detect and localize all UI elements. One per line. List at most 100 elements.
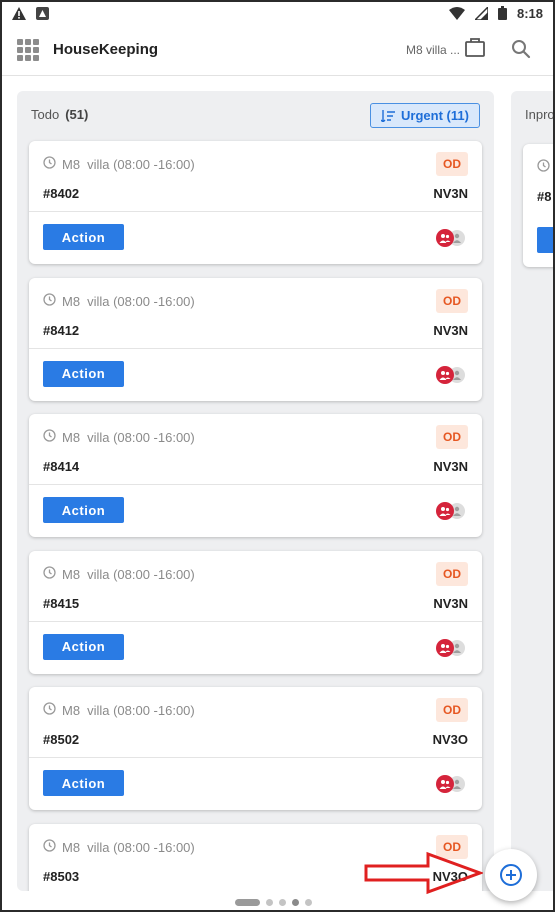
battery-icon [497,6,507,20]
room-number: #8412 [43,322,80,338]
assignees[interactable] [436,502,468,521]
column-count: (51) [65,107,89,122]
room-number: #8402 [43,186,80,201]
shift-time: villa (08:00 -16:00) [87,293,195,309]
add-circle-icon [500,864,522,886]
shift-info: M8 villa (08:00 -16:00) [62,567,195,582]
room-number: #8503 [43,869,80,884]
assignees[interactable] [436,638,468,657]
action-button[interactable] [537,227,555,253]
warning-icon [12,6,26,20]
shift-info: M8 villa (08:00 -16:00) [62,703,195,718]
room-code: NV3N [433,186,468,201]
task-card[interactable]: M8 villa (08:00 -16:00) OD #8502 NV3O Act… [29,687,482,811]
group-icon [436,638,454,657]
task-card[interactable]: #8 [523,144,555,267]
assignees[interactable] [436,775,468,794]
app-notification-icon [36,6,49,20]
status-bar: 8:18 [0,0,555,26]
todo-column[interactable]: Todo (51) Urgent (11) M8 villa (08:00 -16:… [17,91,494,891]
page-dot-active[interactable] [292,899,299,906]
room-number: #8414 [43,459,80,475]
clock-icon [43,566,56,579]
status-badge: OD [436,561,468,586]
column-title: Todo [31,107,60,122]
apps-grid-icon[interactable] [17,39,39,61]
clock-icon [537,159,550,172]
card-header: M8 villa (08:00 -16:00) OD #8502 NV3O [29,687,482,759]
shift-code: M8 [62,430,81,446]
shift-code: M8 [62,293,81,309]
column-title-inprogress: Inprogress [525,107,555,122]
task-card[interactable]: M8 villa (08:00 -16:00) OD #8412 NV3N Act… [29,277,482,401]
room-number: #8502 [43,732,80,748]
shift-time: villa (08:00 -16:00) [87,157,195,172]
room-code: NV3N [433,595,468,611]
room-code: NV3O [432,732,468,748]
sort-icon [381,109,396,122]
shift-time: villa (08:00 -16:00) [87,703,195,719]
app-bar: HouseKeeping M8 villa ... [0,26,555,76]
group-icon [436,365,454,384]
group-icon [436,229,454,247]
urgent-filter-label: Urgent (11) [401,108,469,123]
card-header: M8 villa (08:00 -16:00) OD #8402 NV3N [29,141,482,212]
search-icon[interactable] [511,39,531,59]
shift-code: M8 [62,566,81,582]
clock-icon [43,702,56,716]
room-number: #8415 [43,595,80,611]
task-card[interactable]: M8 villa (08:00 -16:00) OD #8414 NV3N Act… [29,414,482,538]
task-card[interactable]: M8 villa (08:00 -16:00) OD #8402 NV3N Act… [29,141,482,264]
assignees[interactable] [436,365,468,384]
app-title: HouseKeeping [53,41,159,58]
group-icon [436,502,454,521]
status-badge: OD [436,425,468,450]
room-code: NV3N [433,459,468,475]
column-header: Todo (51) [31,107,88,122]
page-dot[interactable] [235,899,260,906]
shift-code: M8 [62,703,81,719]
shift-code: M8 [62,157,81,172]
urgent-filter-button[interactable]: Urgent (11) [370,103,480,128]
page-dot[interactable] [279,899,286,906]
action-button[interactable]: Action [43,224,124,250]
card-header: M8 villa (08:00 -16:00) OD #8415 NV3N [29,551,482,622]
status-badge: OD [436,288,468,313]
page-indicator [235,899,312,906]
card-header: M8 villa (08:00 -16:00) OD #8412 NV3N [29,278,482,349]
task-card[interactable]: M8 villa (08:00 -16:00) OD #8415 NV3N Act… [29,550,482,674]
assignees[interactable] [436,229,468,247]
shift-info: M8 villa (08:00 -16:00) [62,157,195,172]
shift-info: M8 villa (08:00 -16:00) [62,294,195,309]
shift-info: M8 villa (08:00 -16:00) [62,430,195,445]
action-button[interactable]: Action [43,770,124,797]
action-button[interactable]: Action [43,633,124,660]
status-badge: OD [436,152,468,176]
page-dot[interactable] [266,899,273,906]
room-code: NV3N [433,322,468,338]
shift-time: villa (08:00 -16:00) [87,430,195,446]
card-header: M8 villa (08:00 -16:00) OD #8414 NV3N [29,414,482,486]
inprogress-column[interactable]: Inprogress #8 [511,91,555,891]
clock-icon [43,839,56,852]
clock-icon [43,156,56,169]
location-selector[interactable]: M8 villa ... [406,43,460,57]
signal-icon [474,6,488,20]
status-badge: OD [436,698,468,723]
page-dot[interactable] [305,899,312,906]
group-icon [436,775,454,794]
room-number: #8 [537,189,552,204]
clock-icon [43,429,56,442]
clock-time: 8:18 [516,5,543,21]
shift-time: villa (08:00 -16:00) [87,566,195,582]
annotation-arrow [364,851,483,895]
shift-info: M8 villa (08:00 -16:00) [62,840,195,855]
wifi-icon [448,6,465,20]
action-button[interactable]: Action [43,360,124,387]
action-button[interactable]: Action [43,497,124,524]
clock-icon [43,292,56,306]
shift-code: M8 [62,840,81,855]
briefcase-icon[interactable] [464,36,486,58]
add-task-button[interactable] [485,849,537,901]
shift-time: villa (08:00 -16:00) [87,840,195,855]
